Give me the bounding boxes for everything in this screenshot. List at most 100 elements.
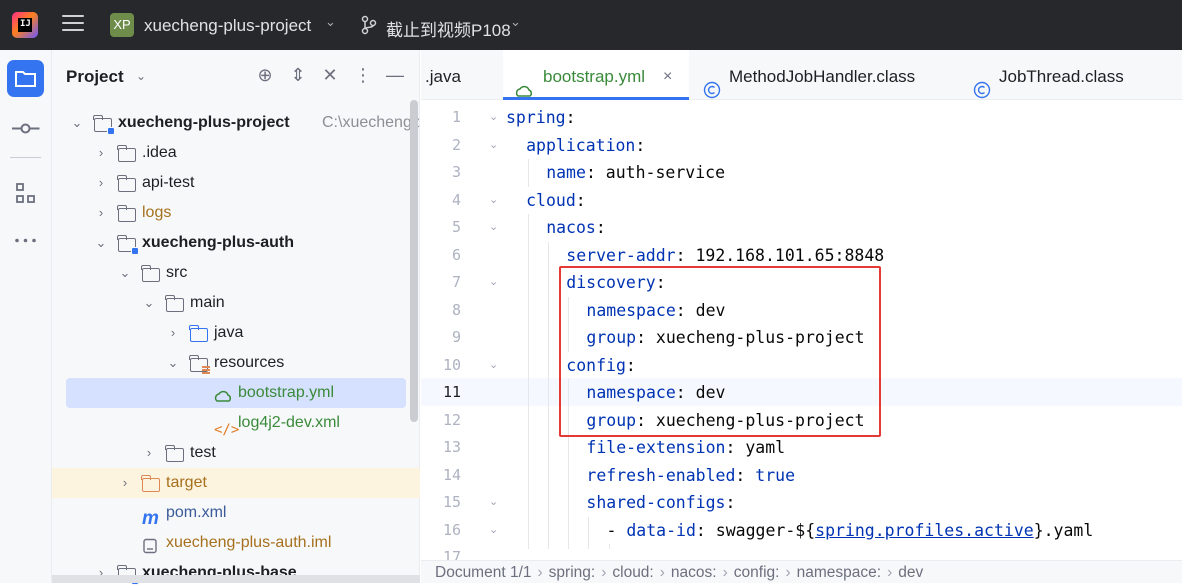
yaml-value: :: [575, 190, 586, 210]
main-menu-icon[interactable]: [62, 15, 84, 35]
tree-item[interactable]: m pom.xml: [52, 498, 420, 528]
collapse-all-icon[interactable]: ✕: [318, 63, 342, 87]
breadcrumb-item[interactable]: dev: [898, 564, 923, 581]
code-line[interactable]: spring:: [506, 104, 1182, 132]
tree-item[interactable]: › target: [52, 468, 420, 498]
expand-all-icon[interactable]: ⇕: [286, 63, 310, 87]
chevron-right-icon[interactable]: ›: [166, 318, 180, 348]
tree-item[interactable]: › .idea: [52, 138, 420, 168]
indent-guide: [548, 269, 550, 297]
yaml-key: refresh-enabled: [586, 465, 736, 485]
chevron-down-icon[interactable]: ⌄: [166, 348, 180, 378]
editor-tab[interactable]: bootstrap.yml ×: [503, 50, 689, 100]
chevron-down-icon[interactable]: ⌄: [136, 69, 146, 83]
tree-item[interactable]: xuecheng-plus-auth.iml: [52, 528, 420, 558]
indent-guide: [528, 241, 530, 269]
code-line[interactable]: - data-id: swagger-${spring.profiles.act…: [506, 517, 1182, 545]
iml-file-icon: [142, 535, 160, 554]
project-badge[interactable]: XP: [110, 13, 134, 37]
panel-title[interactable]: Project: [66, 67, 124, 87]
code-line[interactable]: shared-configs:: [506, 489, 1182, 517]
tree-item[interactable]: ⌄ main: [52, 288, 420, 318]
chevron-down-icon[interactable]: ⌄: [325, 14, 336, 30]
code-line[interactable]: file-extension: yaml: [506, 434, 1182, 462]
fold-icon[interactable]: ⌄: [489, 214, 498, 242]
indent-guide: [528, 379, 530, 407]
breadcrumb-item[interactable]: cloud:: [612, 564, 653, 581]
fold-icon[interactable]: ⌄: [489, 187, 498, 215]
editor-tab-label: JobThread.class: [999, 67, 1124, 86]
tree-item-label: xuecheng-plus-auth.iml: [166, 534, 332, 551]
chevron-down-icon[interactable]: ⌄: [94, 228, 108, 258]
editor-tab[interactable]: JobThread.class: [961, 50, 1166, 100]
yaml-key: name: [546, 163, 586, 182]
indent-guide: [528, 324, 530, 352]
structure-tool-icon[interactable]: [7, 175, 44, 212]
chevron-right-icon[interactable]: ›: [94, 168, 108, 198]
breadcrumb-item[interactable]: namespace:: [797, 564, 881, 581]
yaml-key: data-id: [626, 520, 696, 540]
git-branch-icon[interactable]: [360, 15, 378, 35]
editor-tab[interactable]: MethodJobHandler.class: [691, 50, 959, 100]
hide-icon[interactable]: —: [383, 63, 407, 87]
chevron-right-icon[interactable]: ›: [94, 558, 108, 588]
code-line[interactable]: refresh-enabled: true: [506, 462, 1182, 490]
indent-guide: [588, 516, 590, 544]
code-line[interactable]: group: xuecheng-plus-common: [506, 544, 1182, 549]
commit-tool-icon[interactable]: [7, 110, 44, 147]
chevron-down-icon[interactable]: ⌄: [142, 288, 156, 318]
options-icon[interactable]: ⋮: [351, 63, 375, 87]
yaml-value: :: [735, 465, 756, 485]
yaml-value: :: [635, 135, 646, 155]
fold-icon[interactable]: ⌄: [489, 352, 498, 380]
fold-icon[interactable]: ⌄: [489, 489, 498, 517]
tree-item[interactable]: </> log4j2-dev.xml: [52, 408, 420, 438]
code-line[interactable]: nacos:: [506, 214, 1182, 242]
breadcrumb-item[interactable]: spring:: [549, 564, 596, 581]
close-icon[interactable]: ×: [663, 50, 672, 104]
fold-icon[interactable]: ⌄: [489, 269, 498, 297]
horizontal-scrollbar[interactable]: [52, 575, 420, 583]
line-number: 1: [451, 108, 461, 126]
editor-tab[interactable]: .java: [421, 50, 501, 100]
indent-guide: [548, 296, 550, 324]
breadcrumb-item[interactable]: config:: [734, 564, 780, 581]
tree-item[interactable]: › java: [52, 318, 420, 348]
tree-item[interactable]: ⌄ xuecheng-plus-project C:\xuechengz: [52, 108, 420, 138]
tree-item[interactable]: ⌄ xuecheng-plus-auth: [52, 228, 420, 258]
tree-item[interactable]: › logs: [52, 198, 420, 228]
breadcrumb-separator-icon: ›: [785, 564, 791, 581]
fold-icon[interactable]: ⌄: [489, 132, 498, 160]
tree-item[interactable]: ⌄ src: [52, 258, 420, 288]
code-line[interactable]: name: auth-service: [506, 159, 1182, 187]
chevron-right-icon[interactable]: ›: [142, 438, 156, 468]
breadcrumb-item[interactable]: Document 1/1: [435, 564, 532, 581]
code-line[interactable]: application:: [506, 132, 1182, 160]
tree-item[interactable]: › test: [52, 438, 420, 468]
project-tool-icon[interactable]: [7, 60, 44, 97]
tree-item[interactable]: bootstrap.yml: [66, 378, 406, 408]
tree-item[interactable]: › api-test: [52, 168, 420, 198]
chevron-down-icon[interactable]: ⌄: [510, 14, 521, 30]
scrollbar[interactable]: [410, 100, 418, 422]
tree-item[interactable]: ⌄ resources: [52, 348, 420, 378]
code-line[interactable]: cloud:: [506, 187, 1182, 215]
code-line[interactable]: server-addr: 192.168.101.65:8848: [506, 242, 1182, 270]
chevron-right-icon[interactable]: ›: [94, 138, 108, 168]
chevron-right-icon[interactable]: ›: [94, 198, 108, 228]
more-tools-icon[interactable]: [7, 222, 44, 259]
tree-item[interactable]: › xuecheng-plus-base: [52, 558, 420, 588]
fold-icon[interactable]: ⌄: [489, 517, 498, 545]
breadcrumb-item[interactable]: nacos:: [671, 564, 717, 581]
chevron-down-icon[interactable]: ⌄: [118, 258, 132, 288]
folder-icon: [141, 475, 160, 492]
folder-icon: [165, 445, 184, 462]
chevron-down-icon[interactable]: ⌄: [70, 108, 84, 138]
chevron-right-icon[interactable]: ›: [118, 468, 132, 498]
intellij-logo-icon[interactable]: IJ: [12, 12, 38, 38]
project-name[interactable]: xuecheng-plus-project: [144, 16, 311, 36]
fold-icon[interactable]: ⌄: [489, 104, 498, 132]
locate-icon[interactable]: ⊕: [253, 63, 277, 87]
line-number: 10: [442, 355, 461, 374]
branch-name[interactable]: 截止到视频P108: [386, 16, 511, 41]
